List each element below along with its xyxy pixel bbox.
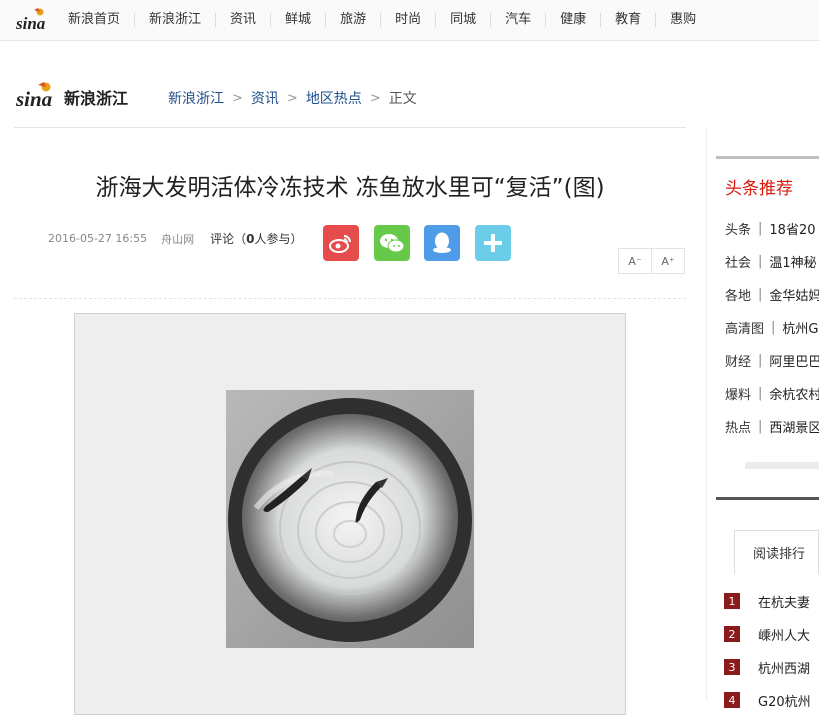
rank-title[interactable]: 杭州西湖 bbox=[758, 658, 810, 677]
sidebar-top-rule bbox=[716, 156, 819, 159]
rank-item[interactable]: 3 杭州西湖 bbox=[724, 658, 810, 677]
svg-text:sina: sina bbox=[16, 14, 46, 32]
sina-logo[interactable]: sina bbox=[16, 6, 52, 32]
headline-category[interactable]: 各地 bbox=[725, 285, 751, 304]
headline-item[interactable]: 各地 | 金华姑妈 bbox=[725, 278, 819, 311]
headline-text[interactable]: 金华姑妈 bbox=[769, 285, 819, 304]
rank-number: 3 bbox=[724, 659, 740, 675]
comment-label: 评论（ bbox=[210, 232, 247, 246]
headline-text[interactable]: 杭州G bbox=[782, 318, 818, 337]
topnav-item-health[interactable]: 健康 bbox=[545, 13, 600, 27]
topnav-item-city[interactable]: 同城 bbox=[435, 13, 490, 27]
rank-title[interactable]: 在杭夫妻 bbox=[758, 592, 810, 611]
headline-item[interactable]: 头条 | 18省20 bbox=[725, 212, 819, 245]
article-date: 2016-05-27 16:55 bbox=[48, 232, 148, 245]
rank-item[interactable]: 4 G20杭州 bbox=[724, 691, 811, 710]
topnav-item-fashion[interactable]: 时尚 bbox=[380, 13, 435, 27]
font-larger-button[interactable]: A⁺ bbox=[652, 248, 685, 274]
headline-item[interactable]: 爆料 | 余杭农村 bbox=[725, 377, 819, 410]
topnav-item-travel[interactable]: 旅游 bbox=[325, 13, 380, 27]
headline-text[interactable]: 阿里巴巴 bbox=[769, 351, 819, 370]
share-weibo-button[interactable] bbox=[323, 225, 359, 261]
headline-category[interactable]: 爆料 bbox=[725, 384, 751, 403]
topnav-item-news[interactable]: 资讯 bbox=[215, 13, 270, 27]
rank-title[interactable]: 嵊州人大 bbox=[758, 625, 810, 644]
rank-number: 1 bbox=[724, 593, 740, 609]
sina-zhejiang-logo: sina 新浪浙江 bbox=[15, 82, 128, 111]
rank-number: 4 bbox=[724, 692, 740, 708]
brand[interactable]: sina 新浪浙江 bbox=[15, 80, 146, 114]
svg-text:sina: sina bbox=[16, 87, 52, 110]
breadcrumb-separator: > bbox=[369, 90, 381, 106]
divider bbox=[14, 298, 686, 299]
breadcrumb-separator: > bbox=[286, 90, 298, 106]
share-more-button[interactable] bbox=[475, 225, 511, 261]
headline-category[interactable]: 财经 bbox=[725, 351, 751, 370]
headline-item[interactable]: 财经 | 阿里巴巴 bbox=[725, 344, 819, 377]
svg-text:新浪浙江: 新浪浙江 bbox=[64, 89, 128, 108]
font-size-controls: A⁻ A⁺ bbox=[618, 248, 685, 274]
article-title: 浙海大发明活体冷冻技术 冻鱼放水里可“复活”(图) bbox=[95, 175, 605, 201]
rank-item[interactable]: 1 在杭夫妻 bbox=[724, 592, 810, 611]
headline-category[interactable]: 高清图 bbox=[725, 318, 764, 337]
fish-bowl-photo bbox=[226, 390, 474, 648]
qq-icon bbox=[433, 232, 451, 253]
breadcrumb-separator: > bbox=[232, 90, 243, 106]
headline-category[interactable]: 头条 bbox=[725, 219, 751, 238]
divider bbox=[14, 127, 686, 128]
tab-reading-rank[interactable]: 阅读排行 bbox=[734, 530, 819, 574]
sidebar-section-rule bbox=[716, 497, 819, 500]
headline-text[interactable]: 18省20 bbox=[769, 219, 815, 238]
headline-item[interactable]: 高清图 | 杭州G bbox=[725, 311, 819, 344]
rank-title[interactable]: G20杭州 bbox=[758, 691, 811, 710]
top-bar: sina 新浪首页 新浪浙江 资讯 鲜城 旅游 时尚 同城 汽车 健康 教育 惠… bbox=[0, 0, 819, 41]
breadcrumb-news[interactable]: 资讯 bbox=[251, 88, 279, 108]
comment-suffix: 人参与） bbox=[254, 232, 303, 246]
topnav-item-xiancheng[interactable]: 鲜城 bbox=[270, 13, 325, 27]
headline-category[interactable]: 热点 bbox=[725, 417, 751, 436]
headline-category[interactable]: 社会 bbox=[725, 252, 751, 271]
plus-icon bbox=[484, 234, 502, 252]
breadcrumb-zhejiang[interactable]: 新浪浙江 bbox=[168, 88, 224, 108]
top-nav: 新浪首页 新浪浙江 资讯 鲜城 旅游 时尚 同城 汽车 健康 教育 惠购 bbox=[56, 0, 710, 40]
topnav-item-auto[interactable]: 汽车 bbox=[490, 13, 545, 27]
topnav-item-zhejiang[interactable]: 新浪浙江 bbox=[134, 13, 215, 27]
weibo-icon bbox=[329, 235, 351, 253]
breadcrumb-regional-hot[interactable]: 地区热点 bbox=[306, 88, 362, 108]
headline-text[interactable]: 余杭农村 bbox=[769, 384, 819, 403]
sidebar-title: 头条推荐 bbox=[725, 179, 793, 199]
topnav-item-deals[interactable]: 惠购 bbox=[655, 13, 710, 27]
column-divider bbox=[706, 127, 707, 701]
scroll-indicator[interactable] bbox=[745, 462, 819, 469]
rank-number: 2 bbox=[724, 626, 740, 642]
rank-item[interactable]: 2 嵊州人大 bbox=[724, 625, 810, 644]
article-source[interactable]: 舟山网 bbox=[161, 231, 194, 247]
share-wechat-button[interactable] bbox=[374, 225, 410, 261]
breadcrumb-current: 正文 bbox=[388, 91, 417, 107]
topnav-item-home[interactable]: 新浪首页 bbox=[56, 13, 134, 27]
headline-list: 头条 | 18省20 社会 | 温1神秘 各地 | 金华姑妈 高清图 | 杭州G 财经 | 阿里巴巴… bbox=[725, 212, 819, 443]
wechat-icon bbox=[380, 234, 405, 253]
comment-count: 0 bbox=[246, 232, 255, 246]
topnav-item-education[interactable]: 教育 bbox=[600, 13, 655, 27]
comment-count-link[interactable]: 评论（0人参与） bbox=[210, 230, 302, 247]
breadcrumb: 新浪浙江 > 资讯 > 地区热点 > 正文 bbox=[168, 88, 417, 108]
headline-text[interactable]: 温1神秘 bbox=[769, 252, 816, 271]
article-image-frame bbox=[74, 313, 626, 715]
article-meta: 2016-05-27 16:55 舟山网 评论（0人参与） bbox=[48, 230, 303, 247]
headline-item[interactable]: 社会 | 温1神秘 bbox=[725, 245, 819, 278]
share-qq-button[interactable] bbox=[424, 225, 460, 261]
font-smaller-button[interactable]: A⁻ bbox=[618, 248, 652, 274]
headline-text[interactable]: 西湖景区 bbox=[769, 417, 819, 436]
headline-item[interactable]: 热点 | 西湖景区 bbox=[725, 410, 819, 443]
